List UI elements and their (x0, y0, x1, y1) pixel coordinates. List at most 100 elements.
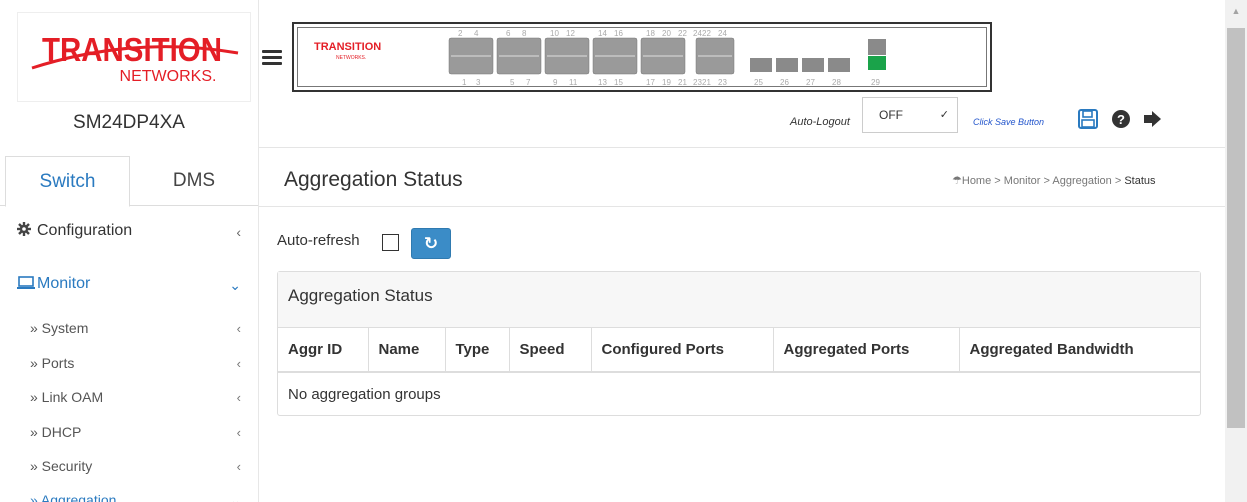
submenu-label: » Aggregation (30, 492, 117, 502)
aggregation-status-panel: Aggregation Status Aggr ID Name Type Spe… (277, 271, 1201, 416)
port-number: 23 (718, 78, 727, 87)
column-header: Type (445, 328, 510, 373)
home-icon: ☂ (952, 175, 962, 187)
breadcrumb-home[interactable]: Home (962, 175, 991, 187)
port-number: 10 (550, 29, 559, 38)
breadcrumb-separator: > (994, 175, 1001, 187)
column-header: Configured Ports (591, 328, 774, 373)
empty-message: No aggregation groups (288, 386, 441, 403)
port-number: 22 (702, 29, 711, 38)
refresh-icon: ↻ (423, 234, 439, 253)
breadcrumb-aggregation[interactable]: Aggregation (1052, 175, 1111, 187)
port-number: 14 (598, 29, 607, 38)
submenu-label: » System (30, 320, 89, 336)
help-icon[interactable]: ? (1110, 108, 1132, 130)
port-number: 7 (526, 78, 531, 87)
gear-icon (17, 222, 37, 240)
submenu-item-ports[interactable]: » Ports ‹ (30, 355, 245, 371)
port-number: 26 (780, 78, 789, 87)
content-divider (259, 206, 1225, 207)
scrollbar-thumb[interactable] (1227, 28, 1245, 428)
tab-dms[interactable]: DMS (130, 156, 258, 206)
logout-icon[interactable] (1141, 108, 1163, 130)
port-number: 19 (662, 78, 671, 87)
port-number: 20 (662, 29, 671, 38)
breadcrumb: ☂Home > Monitor > Aggregation > Status (952, 174, 1156, 187)
port-number: 16 (614, 29, 623, 38)
chevron-left-icon: ‹ (236, 321, 241, 336)
breadcrumb-monitor[interactable]: Monitor (1004, 175, 1041, 187)
column-header: Aggregated Bandwidth (959, 328, 1200, 373)
refresh-button[interactable]: ↻ (411, 228, 451, 259)
switch-front-panel: TRANSITION NETWORKS. 2 4 6 8 10 12 14 16… (292, 22, 992, 92)
auto-refresh-checkbox[interactable] (382, 234, 399, 251)
breadcrumb-separator: > (1114, 175, 1122, 187)
port-number: 13 (598, 78, 607, 87)
tab-switch[interactable]: Switch (5, 156, 130, 207)
port-number: 28 (832, 78, 841, 87)
front-panel-frame: TRANSITION NETWORKS. 2 4 6 8 10 12 14 16… (297, 27, 987, 87)
chevron-left-icon: ‹ (236, 390, 241, 405)
chevron-left-icon: ‹ (236, 425, 241, 440)
port-number: 15 (614, 78, 623, 87)
port-number: 24 (718, 29, 727, 38)
table-header-row: Aggr ID Name Type Speed Configured Ports… (278, 328, 1200, 373)
logo-line2: NETWORKS. (120, 68, 217, 85)
port-number: 12 (566, 29, 575, 38)
submenu-label: » Security (30, 458, 93, 474)
chevron-left-icon: ‹ (236, 459, 241, 474)
column-header: Speed (509, 328, 592, 373)
auto-refresh-label: Auto-refresh (277, 232, 360, 249)
port-number: 5 (510, 78, 515, 87)
menu-item-configuration[interactable]: Configuration ‹ (0, 222, 245, 240)
page-title: Aggregation Status (284, 168, 463, 191)
panel-heading: Aggregation Status (278, 272, 1200, 328)
breadcrumb-current: Status (1124, 175, 1156, 187)
page-scrollbar[interactable]: ▲ (1225, 0, 1247, 502)
breadcrumb-separator: > (1043, 175, 1050, 187)
panel-logo-text-2: NETWORKS. (336, 55, 366, 61)
brand-logo[interactable]: TRANSITION NETWORKS. (17, 12, 251, 102)
hamburger-menu-icon[interactable] (262, 50, 282, 66)
sidebar-tabs: Switch DMS (0, 156, 258, 207)
port-number: 21 (702, 78, 711, 87)
port-number: 29 (871, 78, 880, 87)
chevron-left-icon: ‹ (236, 224, 241, 240)
port-number: 17 (646, 78, 655, 87)
port-number: 4 (474, 29, 479, 38)
submenu-label: » DHCP (30, 424, 82, 440)
menu-label-configuration: Configuration (37, 222, 133, 239)
submenu-item-aggregation[interactable]: » Aggregation ⌄ (30, 492, 245, 502)
logo-line1: TRANSITION (42, 31, 222, 68)
port-number: 25 (754, 78, 763, 87)
aggregation-table: Aggr ID Name Type Speed Configured Ports… (278, 328, 1200, 416)
port-number: 2 (458, 29, 463, 38)
svg-text:?: ? (1117, 112, 1125, 127)
submenu-item-security[interactable]: » Security ‹ (30, 458, 245, 474)
click-save-hint: Click Save Button (973, 117, 1045, 127)
panel-heading-text: Aggregation Status (288, 286, 433, 305)
port-number: 27 (806, 78, 815, 87)
auto-logout-select[interactable]: OFF ✓ (862, 97, 958, 133)
save-icon[interactable] (1077, 108, 1099, 130)
chevron-down-icon: ✓ (939, 109, 949, 121)
column-header: Name (368, 328, 446, 373)
chevron-down-icon: ⌄ (230, 493, 241, 502)
auto-logout-value: OFF (879, 108, 903, 122)
column-header: Aggr ID (278, 328, 369, 373)
column-header: Aggregated Ports (773, 328, 960, 373)
submenu-item-link-oam[interactable]: » Link OAM ‹ (30, 389, 245, 405)
port-number: 1 (462, 78, 467, 87)
auto-logout-label: Auto-Logout (790, 116, 850, 128)
port-number: 6 (506, 29, 511, 38)
scroll-up-arrow-icon[interactable]: ▲ (1225, 6, 1247, 20)
panel-logo-text: TRANSITION (314, 41, 381, 53)
port-number: 22 (678, 29, 687, 38)
submenu-item-dhcp[interactable]: » DHCP ‹ (30, 424, 245, 440)
menu-item-monitor[interactable]: Monitor ⌄ (0, 275, 245, 293)
top-bar: TRANSITION NETWORKS. 2 4 6 8 10 12 14 16… (259, 0, 1225, 148)
port-number: 18 (646, 29, 655, 38)
submenu-item-system[interactable]: » System ‹ (30, 320, 245, 336)
port-number: 21 (678, 78, 687, 87)
chevron-down-icon: ⌄ (229, 277, 241, 293)
